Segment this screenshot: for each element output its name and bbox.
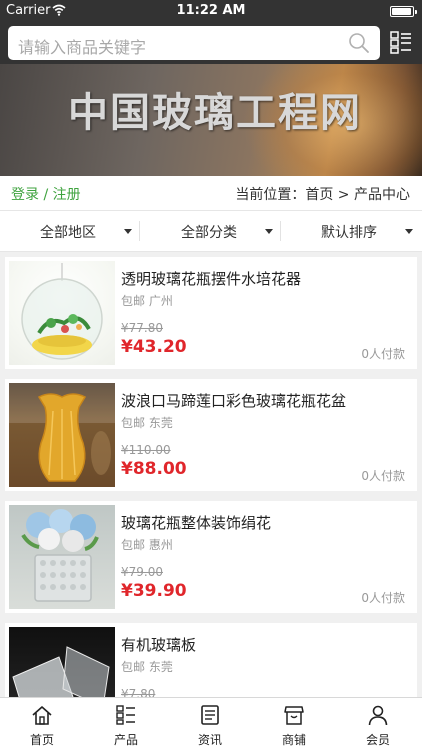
news-icon [201,705,219,725]
filter-bar: 全部地区 全部分类 默认排序 [0,210,422,252]
tab-member-label: 会员 [365,733,390,747]
product-paid-count: 0人付款 [361,469,405,483]
product-price: ¥88.00 [121,459,187,479]
product-paid-count: 0人付款 [361,591,405,605]
search-input[interactable]: 请输入商品关键字 [8,26,380,60]
filter-sort-label: 默认排序 [321,225,377,241]
user-icon [368,705,388,726]
product-price: ¥43.20 [121,337,187,357]
breadcrumb: 当前位置：首页 > 产品中心 [235,187,410,203]
chevron-down-icon [405,229,413,234]
filter-category-label: 全部分类 [181,225,237,241]
tab-member[interactable]: 会员 [336,698,420,750]
product-card[interactable]: 玻璃花瓶整体装饰绢花 包邮 惠州 ¥79.00 ¥39.90 0人付款 [5,501,417,613]
product-image [9,383,115,487]
product-name: 波浪口马蹄莲口彩色玻璃花瓶花盆 [121,392,347,410]
home-icon [32,706,52,725]
banner-title: 中国玻璃工程网 [68,90,362,136]
product-name: 有机玻璃板 [121,636,197,654]
product-meta: 包邮 广州 [121,294,173,308]
product-meta: 包邮 东莞 [121,660,173,674]
category-menu-icon[interactable] [390,30,412,54]
filter-category[interactable]: 全部分类 [141,211,281,251]
grid-list-icon [116,705,135,725]
product-image [9,505,115,609]
product-card[interactable]: 透明玻璃花瓶摆件水培花器 包邮 广州 ¥77.80 ¥43.20 0人付款 [5,257,417,369]
filter-region-label: 全部地区 [40,225,96,241]
top-bar: Carrier 11:22 AM 请输入商品关键字 [0,0,422,64]
product-price: ¥39.90 [121,581,187,601]
product-image [9,261,115,365]
tab-news-label: 资讯 [197,733,222,747]
product-paid-count: 0人付款 [361,347,405,361]
tab-shop[interactable]: 商铺 [252,698,336,750]
status-bar: Carrier 11:22 AM [0,0,422,22]
bottom-tab-bar: 首页 产品 资讯 商铺 会员 [0,697,422,750]
tab-products-label: 产品 [113,733,138,747]
tab-home[interactable]: 首页 [0,698,84,750]
chevron-down-icon [124,229,132,234]
search-placeholder: 请输入商品关键字 [18,38,147,57]
product-name: 玻璃花瓶整体装饰绢花 [121,514,272,532]
filter-region[interactable]: 全部地区 [0,211,140,251]
product-old-price: ¥110.00 [121,443,171,457]
tab-products[interactable]: 产品 [84,698,168,750]
product-meta: 包邮 惠州 [121,538,173,552]
tab-home-label: 首页 [29,733,54,747]
tab-shop-label: 商铺 [281,733,306,747]
breadcrumb-row: 登录 / 注册 当前位置：首页 > 产品中心 [0,176,422,210]
hero-banner[interactable]: 中国玻璃工程网 [0,64,422,176]
product-meta: 包邮 东莞 [121,416,173,430]
product-old-price: ¥79.00 [121,565,163,579]
chevron-down-icon [265,229,273,234]
battery-icon [390,6,417,17]
product-old-price: ¥77.80 [121,321,163,335]
product-card[interactable]: 波浪口马蹄莲口彩色玻璃花瓶花盆 包邮 东莞 ¥110.00 ¥88.00 0人付… [5,379,417,491]
product-name: 透明玻璃花瓶摆件水培花器 [121,270,302,288]
filter-sort[interactable]: 默认排序 [282,211,422,251]
clock: 11:22 AM [176,3,246,18]
shop-icon [284,706,304,725]
search-icon[interactable] [348,32,370,54]
login-register-link[interactable]: 登录 / 注册 [11,184,81,204]
tab-news[interactable]: 资讯 [168,698,252,750]
